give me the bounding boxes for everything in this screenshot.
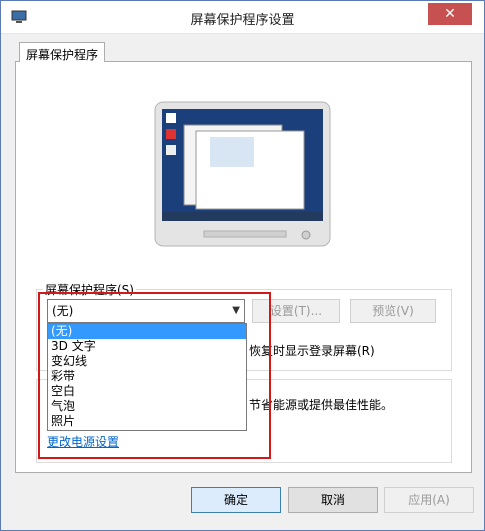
ok-button[interactable]: 确定	[191, 487, 281, 513]
power-description: 节省能源或提供最佳性能。	[249, 398, 394, 412]
restore-login-label[interactable]: 恢复时显示登录屏幕(R)	[249, 342, 375, 359]
screensaver-group-label: 屏幕保护程序(S)	[43, 281, 136, 298]
screensaver-settings-dialog: 屏幕保护程序设置 ✕ 屏幕保护程序 屏幕保护程序(S) (无) ▼ 设置(T).…	[0, 0, 485, 531]
dropdown-option[interactable]: 3D 文字	[48, 339, 246, 354]
preview-button[interactable]: 预览(V)	[350, 299, 436, 323]
settings-button[interactable]: 设置(T)...	[252, 299, 340, 323]
monitor-preview	[154, 101, 331, 247]
screensaver-select[interactable]: (无) ▼	[47, 299, 245, 323]
dropdown-option[interactable]: 变幻线	[48, 354, 246, 369]
close-button[interactable]: ✕	[428, 3, 472, 25]
dropdown-option[interactable]: 空白	[48, 384, 246, 399]
dropdown-option[interactable]: 照片	[48, 414, 246, 429]
change-power-settings-link[interactable]: 更改电源设置	[47, 433, 119, 450]
dropdown-option[interactable]: 气泡	[48, 399, 246, 414]
screensaver-selected-value: (无)	[52, 304, 74, 318]
dropdown-option[interactable]: 彩带	[48, 369, 246, 384]
tab-screensaver[interactable]: 屏幕保护程序	[19, 42, 106, 62]
cancel-button[interactable]: 取消	[288, 487, 378, 513]
apply-button[interactable]: 应用(A)	[384, 487, 474, 513]
title-bar: 屏幕保护程序设置 ✕	[1, 1, 484, 34]
window-title: 屏幕保护程序设置	[190, 13, 295, 28]
screensaver-dropdown-list[interactable]: (无) 3D 文字 变幻线 彩带 空白 气泡 照片	[47, 323, 247, 431]
chevron-down-icon: ▼	[232, 305, 240, 316]
dropdown-option[interactable]: (无)	[48, 324, 246, 339]
